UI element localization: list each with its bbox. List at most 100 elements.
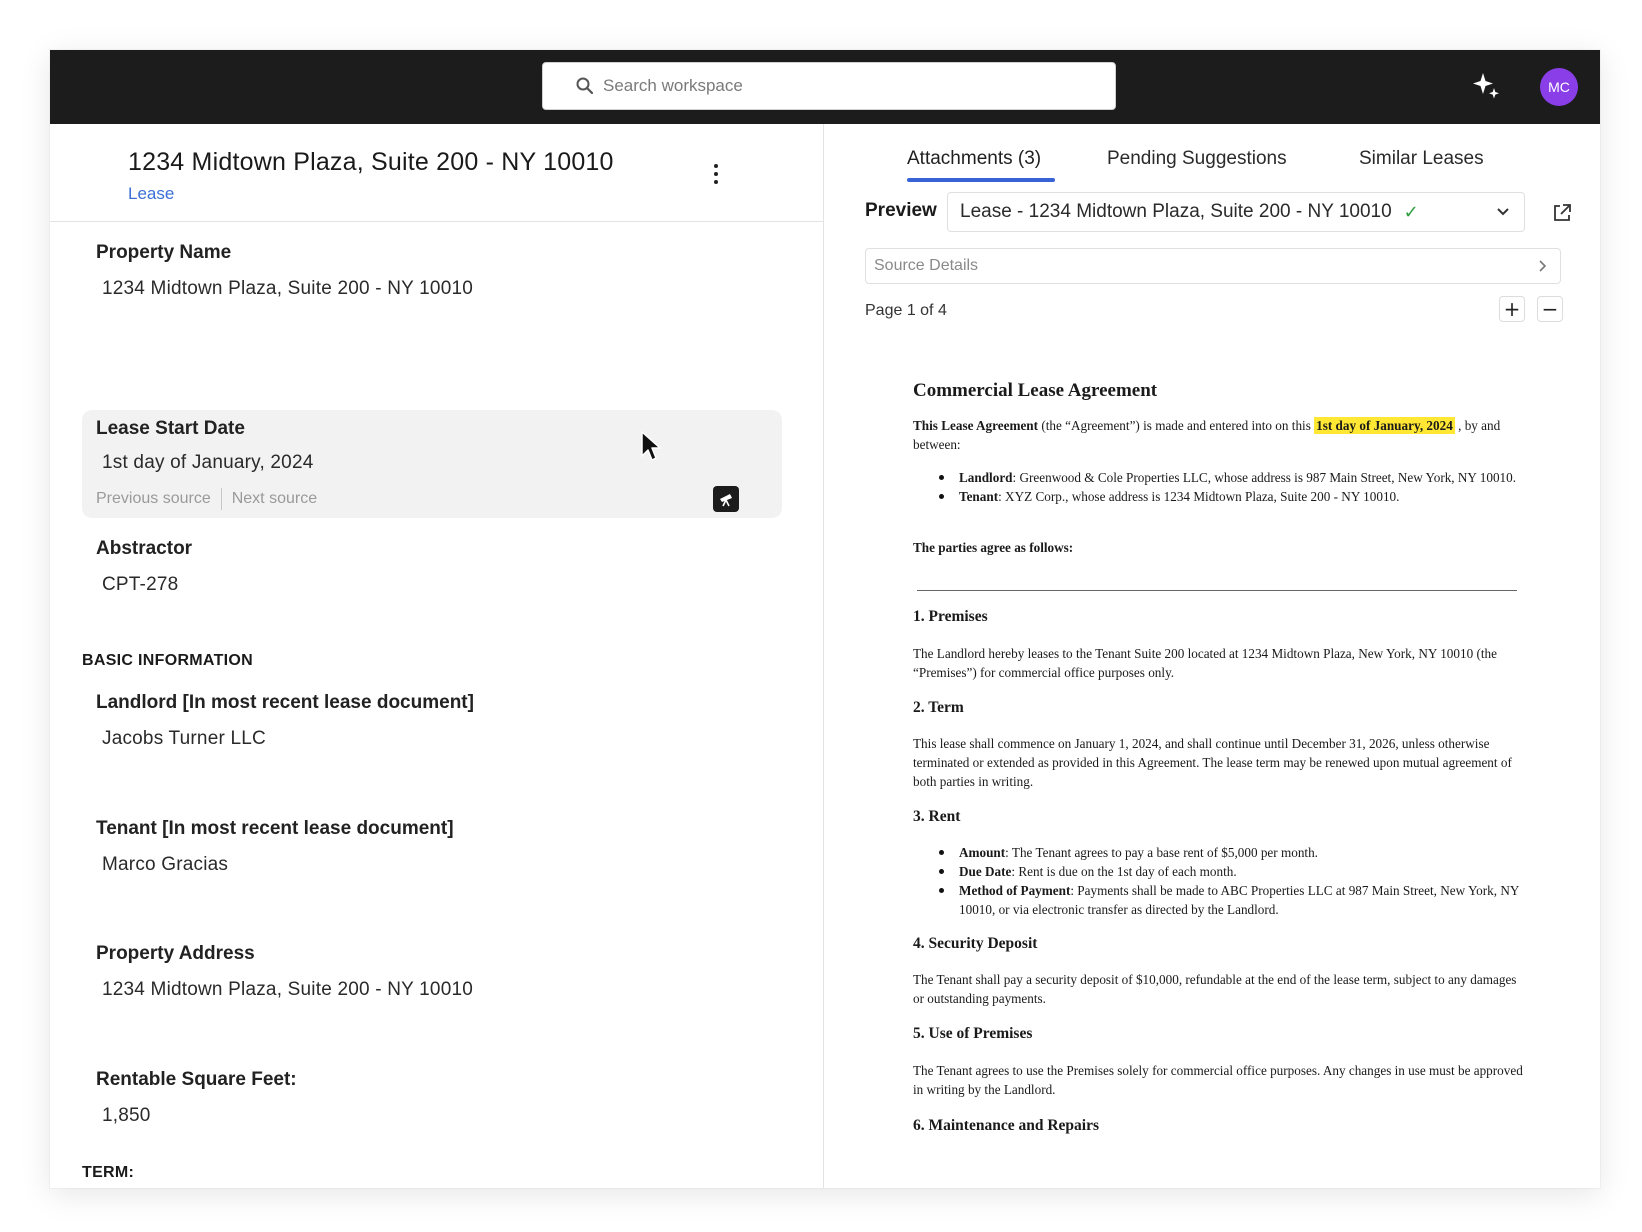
section-heading: 1. Premises <box>913 608 988 625</box>
preview-label: Preview <box>865 200 937 221</box>
next-source-link[interactable]: Next source <box>232 490 317 508</box>
search-input[interactable] <box>603 76 1083 96</box>
field-value: 1234 Midtown Plaza, Suite 200 - NY 10010 <box>102 278 473 299</box>
chevron-down-icon <box>1497 208 1509 216</box>
intro-paragraph: This Lease Agreement (the “Agreement”) i… <box>913 416 1523 454</box>
highlighted-source-text[interactable]: 1st day of January, 2024 <box>1314 417 1455 434</box>
field-landlord[interactable]: Landlord [In most recent lease document]… <box>82 684 782 774</box>
intro-text: (the “Agreement”) is made and entered in… <box>1038 418 1315 433</box>
field-property-name[interactable]: Property Name 1234 Midtown Plaza, Suite … <box>82 234 782 334</box>
avatar[interactable]: MC <box>1540 68 1578 106</box>
rent-text: : Rent is due on the 1st day of each mon… <box>1011 864 1237 879</box>
rent-term: Amount <box>959 845 1006 860</box>
open-external-icon[interactable] <box>1551 202 1573 224</box>
paragraph: The Tenant shall pay a security deposit … <box>913 972 1517 1006</box>
field-tenant[interactable]: Tenant [In most recent lease document] M… <box>82 810 782 900</box>
previous-source-link[interactable]: Previous source <box>96 490 211 508</box>
list-item: Landlord: Greenwood & Cole Properties LL… <box>913 468 1523 487</box>
record-type-link[interactable]: Lease <box>128 184 174 204</box>
agree-line: The parties agree as follows: <box>913 538 1523 557</box>
agree-text: The parties agree as follows: <box>913 540 1074 555</box>
section-heading: 2. Term <box>913 699 964 716</box>
zoom-in-button[interactable]: + <box>1499 296 1525 322</box>
tab-attachments[interactable]: Attachments (3) <box>907 148 1041 170</box>
verified-check-icon: ✓ <box>1403 201 1419 222</box>
party-text: : XYZ Corp., whose address is 1234 Midto… <box>998 489 1400 504</box>
document-intro: This Lease Agreement (the “Agreement”) i… <box>913 416 1523 454</box>
divider <box>917 590 1517 591</box>
section-basic-information: BASIC INFORMATION <box>82 652 254 669</box>
rent-term: Due Date <box>959 864 1012 879</box>
attachments-panel: Attachments (3) Pending Suggestions Simi… <box>825 124 1600 1188</box>
search-box[interactable] <box>542 62 1116 110</box>
field-label: Rentable Square Feet: <box>96 1069 297 1090</box>
section-body: This lease shall commence on January 1, … <box>913 734 1523 791</box>
more-options-icon[interactable] <box>706 160 726 188</box>
field-property-address[interactable]: Property Address 1234 Midtown Plaza, Sui… <box>82 935 782 1025</box>
section-heading: 5. Use of Premises <box>913 1025 1033 1042</box>
list-item: Tenant: XYZ Corp., whose address is 1234… <box>913 487 1523 506</box>
rent-text: : The Tenant agrees to pay a base rent o… <box>1005 845 1318 860</box>
tab-similar-leases[interactable]: Similar Leases <box>1359 148 1484 170</box>
field-value: 1234 Midtown Plaza, Suite 200 - NY 10010 <box>102 979 473 1000</box>
party-role: Landlord <box>959 470 1013 485</box>
source-details-expander[interactable]: Source Details <box>865 248 1561 284</box>
field-lease-start-date[interactable]: Lease Start Date 1st day of January, 202… <box>82 410 782 518</box>
page-title: 1234 Midtown Plaza, Suite 200 - NY 10010 <box>128 148 614 176</box>
field-value: 1,850 <box>102 1105 151 1126</box>
list-item: Due Date: Rent is due on the 1st day of … <box>913 862 1523 881</box>
list-item: Amount: The Tenant agrees to pay a base … <box>913 843 1523 862</box>
telescope-icon[interactable] <box>713 486 739 512</box>
field-label: Lease Start Date <box>96 418 245 439</box>
top-bar: MC <box>50 50 1600 124</box>
field-value: Jacobs Turner LLC <box>102 728 266 749</box>
list-item: Method of Payment: Payments shall be mad… <box>913 881 1523 919</box>
source-details-label: Source Details <box>874 257 979 274</box>
document-title: Commercial Lease Agreement <box>913 380 1158 401</box>
field-value: CPT-278 <box>102 574 179 595</box>
field-rentable-square-feet[interactable]: Rentable Square Feet: 1,850 <box>82 1061 782 1151</box>
record-header: 1234 Midtown Plaza, Suite 200 - NY 10010… <box>50 124 823 222</box>
selected-document: Lease - 1234 Midtown Plaza, Suite 200 - … <box>960 201 1392 222</box>
field-value: Marco Gracias <box>102 854 229 875</box>
document-page: Commercial Lease Agreement This Lease Ag… <box>865 336 1561 1188</box>
document-viewer[interactable]: Commercial Lease Agreement This Lease Ag… <box>865 336 1561 1188</box>
field-label: Landlord [In most recent lease document] <box>96 692 474 713</box>
mouse-cursor-icon <box>641 431 661 461</box>
field-label: Property Address <box>96 943 255 964</box>
paragraph: The Landlord hereby leases to the Tenant… <box>913 646 1497 680</box>
preview-row: Preview Lease - 1234 Midtown Plaza, Suit… <box>865 192 1571 232</box>
section-body: The Tenant agrees to use the Premises so… <box>913 1061 1523 1099</box>
field-value: 1st day of January, 2024 <box>102 452 314 473</box>
section-term: TERM: <box>82 1164 135 1181</box>
rent-list: Amount: The Tenant agrees to pay a base … <box>913 843 1523 919</box>
party-role: Tenant <box>959 489 999 504</box>
tab-pending-suggestions[interactable]: Pending Suggestions <box>1107 148 1287 170</box>
rent-term: Method of Payment <box>959 883 1071 898</box>
intro-bold: This Lease Agreement <box>913 418 1039 433</box>
field-abstractor[interactable]: Abstractor CPT-278 <box>82 530 782 620</box>
section-heading: 4. Security Deposit <box>913 935 1038 952</box>
paragraph: This lease shall commence on January 1, … <box>913 736 1512 789</box>
record-panel: 1234 Midtown Plaza, Suite 200 - NY 10010… <box>50 124 824 1188</box>
active-tab-indicator <box>907 178 1055 182</box>
search-icon <box>576 77 594 95</box>
zoom-out-button[interactable]: − <box>1537 296 1563 322</box>
app-window: MC 1234 Midtown Plaza, Suite 200 - NY 10… <box>50 50 1600 1188</box>
section-body: The Tenant shall pay a security deposit … <box>913 970 1523 1008</box>
parties-list: Landlord: Greenwood & Cole Properties LL… <box>913 468 1523 506</box>
field-label: Property Name <box>96 242 232 263</box>
party-text: : Greenwood & Cole Properties LLC, whose… <box>1012 470 1517 485</box>
section-body: The Landlord hereby leases to the Tenant… <box>913 644 1523 682</box>
section-heading: 6. Maintenance and Repairs <box>913 1117 1099 1134</box>
page-indicator: Page 1 of 4 <box>865 302 947 319</box>
paragraph: The Tenant agrees to use the Premises so… <box>913 1063 1523 1097</box>
sparkle-ai-icon[interactable] <box>1470 70 1502 102</box>
tab-bar: Attachments (3) Pending Suggestions Simi… <box>825 124 1600 182</box>
divider <box>220 488 222 510</box>
field-label: Tenant [In most recent lease document] <box>96 818 454 839</box>
document-select[interactable]: Lease - 1234 Midtown Plaza, Suite 200 - … <box>947 192 1525 232</box>
chevron-right-icon <box>1539 260 1547 272</box>
section-heading: 3. Rent <box>913 808 961 825</box>
field-label: Abstractor <box>96 538 193 559</box>
